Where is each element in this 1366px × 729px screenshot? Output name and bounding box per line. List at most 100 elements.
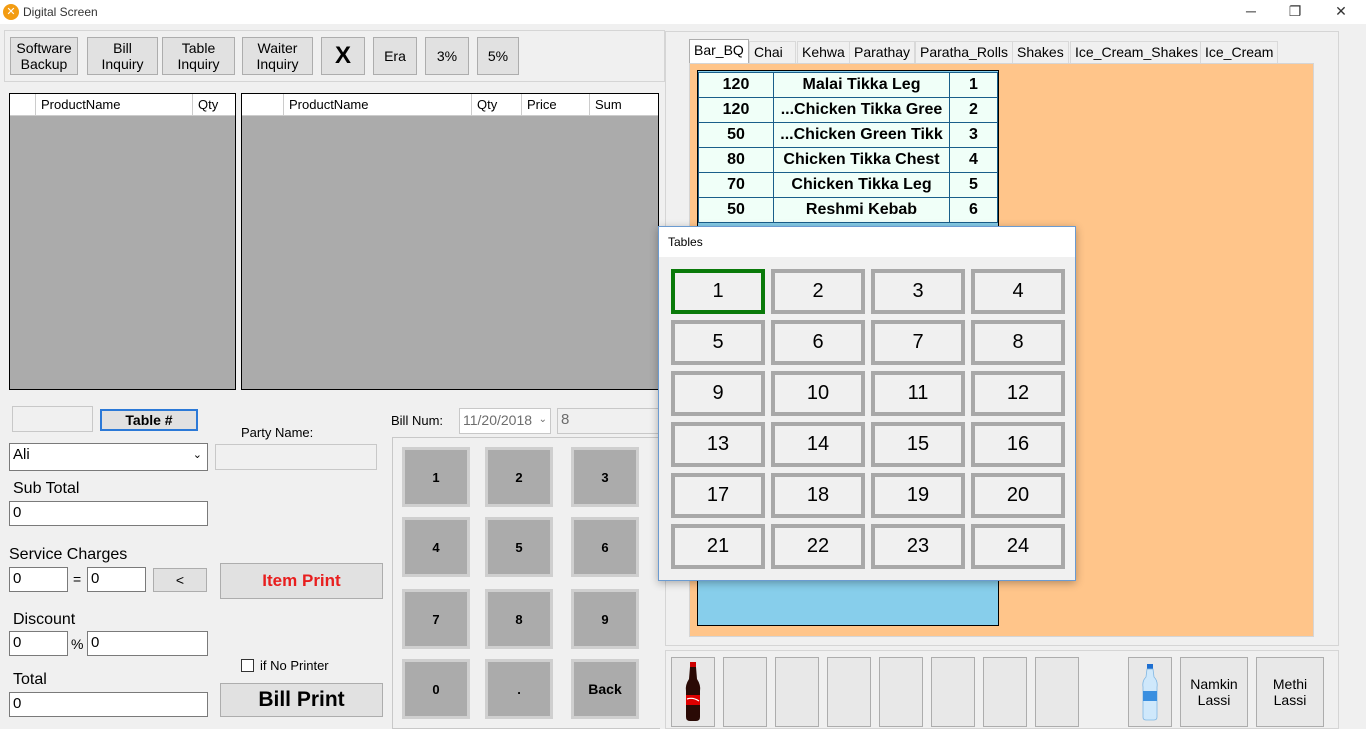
product-row[interactable]: 50 ...Chicken Green Tikk 3	[698, 122, 998, 148]
product-row[interactable]: 80 Chicken Tikka Chest 4	[698, 147, 998, 173]
product-row[interactable]: 50 Reshmi Kebab 6	[698, 197, 998, 223]
party-name-input[interactable]	[215, 444, 377, 470]
table-number-button[interactable]: Table #	[100, 409, 198, 431]
quick-item-water[interactable]	[1128, 657, 1172, 727]
bill-date-picker[interactable]: 11/20/2018 ⌄	[459, 408, 551, 434]
keypad-key-0[interactable]: 0	[402, 659, 470, 719]
tab-ice-cream-shakes[interactable]: Ice_Cream_Shakes	[1070, 41, 1203, 63]
minimize-button[interactable]: ─	[1228, 0, 1274, 24]
apply-service-button[interactable]: <	[153, 568, 207, 592]
restore-button[interactable]: ❐	[1272, 0, 1318, 24]
product-name: ...Chicken Green Tikk	[773, 122, 950, 148]
service-pct-field[interactable]: 0	[9, 567, 68, 592]
pct5-button[interactable]: 5%	[477, 37, 519, 75]
table-button-3[interactable]: 3	[871, 269, 965, 314]
table-button-24[interactable]: 24	[971, 524, 1065, 569]
keypad-key-2[interactable]: 2	[485, 447, 553, 507]
namkin-lassi-button[interactable]: Namkin Lassi	[1180, 657, 1248, 727]
item-print-button[interactable]: Item Print	[220, 563, 383, 599]
software-backup-button[interactable]: Software Backup	[10, 37, 78, 75]
quick-item-empty[interactable]	[775, 657, 819, 727]
table-button-12[interactable]: 12	[971, 371, 1065, 416]
no-printer-checkbox[interactable]	[241, 659, 254, 672]
product-number: 2	[949, 97, 998, 123]
column-sum[interactable]: Sum	[590, 94, 658, 115]
table-button-14[interactable]: 14	[771, 422, 865, 467]
table-button-17[interactable]: 17	[671, 473, 765, 518]
quick-item-empty[interactable]	[983, 657, 1027, 727]
keypad-key-7[interactable]: 7	[402, 589, 470, 649]
keypad-key-6[interactable]: 6	[571, 517, 639, 577]
bill-num-input[interactable]: 8	[557, 408, 659, 434]
keypad-key-9[interactable]: 9	[571, 589, 639, 649]
table-button-13[interactable]: 13	[671, 422, 765, 467]
table-button-11[interactable]: 11	[871, 371, 965, 416]
era-button[interactable]: Era	[373, 37, 417, 75]
total-field[interactable]: 0	[9, 692, 208, 717]
tab-kehwa[interactable]: Kehwa	[797, 41, 850, 63]
product-name: Chicken Tikka Chest	[773, 147, 950, 173]
table-button-6[interactable]: 6	[771, 320, 865, 365]
column-qty[interactable]: Qty	[472, 94, 522, 115]
table-button-22[interactable]: 22	[771, 524, 865, 569]
tab-paratha-rolls[interactable]: Paratha_Rolls	[915, 41, 1013, 63]
tab-parathay[interactable]: Parathay	[849, 41, 916, 63]
table-button-1[interactable]: 1	[671, 269, 765, 314]
keypad-key-3[interactable]: 3	[571, 447, 639, 507]
product-price: 50	[698, 197, 774, 223]
quick-item-empty[interactable]	[827, 657, 871, 727]
column-price[interactable]: Price	[522, 94, 590, 115]
quick-item-empty[interactable]	[723, 657, 767, 727]
discount-pct-field[interactable]: 0	[9, 631, 68, 656]
column-qty[interactable]: Qty	[193, 94, 235, 115]
tab-bar-bq[interactable]: Bar_BQ	[689, 39, 749, 63]
table-button-10[interactable]: 10	[771, 371, 865, 416]
table-button-5[interactable]: 5	[671, 320, 765, 365]
quick-item-cola[interactable]	[671, 657, 715, 727]
product-row[interactable]: 120 Malai Tikka Leg 1	[698, 72, 998, 98]
order-items-grid[interactable]: ProductName Qty Price Sum	[241, 93, 659, 390]
bill-print-button[interactable]: Bill Print	[220, 683, 383, 717]
table-button-19[interactable]: 19	[871, 473, 965, 518]
keypad-key-4[interactable]: 4	[402, 517, 470, 577]
quick-item-empty[interactable]	[931, 657, 975, 727]
close-button[interactable]: ✕	[1318, 0, 1364, 24]
bill-inquiry-button[interactable]: Bill Inquiry	[87, 37, 158, 75]
discount-value-field[interactable]: 0	[87, 631, 208, 656]
column-productname[interactable]: ProductName	[284, 94, 472, 115]
table-button-23[interactable]: 23	[871, 524, 965, 569]
service-value-field[interactable]: 0	[87, 567, 146, 592]
product-row[interactable]: 120 ...Chicken Tikka Gree 2	[698, 97, 998, 123]
methi-lassi-button[interactable]: Methi Lassi	[1256, 657, 1324, 727]
table-button-8[interactable]: 8	[971, 320, 1065, 365]
quick-item-empty[interactable]	[1035, 657, 1079, 727]
quick-item-empty[interactable]	[879, 657, 923, 727]
keypad-key-1[interactable]: 1	[402, 447, 470, 507]
pct3-button[interactable]: 3%	[425, 37, 469, 75]
keypad-key-5[interactable]: 5	[485, 517, 553, 577]
table-button-21[interactable]: 21	[671, 524, 765, 569]
column-productname[interactable]: ProductName	[36, 94, 193, 115]
tab-chai[interactable]: Chai	[749, 41, 796, 63]
table-button-2[interactable]: 2	[771, 269, 865, 314]
table-inquiry-button[interactable]: Table Inquiry	[162, 37, 235, 75]
waiter-inquiry-button[interactable]: Waiter Inquiry	[242, 37, 313, 75]
table-button-4[interactable]: 4	[971, 269, 1065, 314]
sub-total-field[interactable]: 0	[9, 501, 208, 526]
table-button-18[interactable]: 18	[771, 473, 865, 518]
waiter-select[interactable]: Ali ⌄	[9, 443, 208, 471]
tab-shakes[interactable]: Shakes	[1012, 41, 1069, 63]
tab-ice-cream[interactable]: Ice_Cream	[1200, 41, 1279, 63]
keypad-key-back[interactable]: Back	[571, 659, 639, 719]
keypad-key-dot[interactable]: .	[485, 659, 553, 719]
table-button-9[interactable]: 9	[671, 371, 765, 416]
table-button-7[interactable]: 7	[871, 320, 965, 365]
table-button-15[interactable]: 15	[871, 422, 965, 467]
product-row[interactable]: 70 Chicken Tikka Leg 5	[698, 172, 998, 198]
kitchen-items-grid[interactable]: ProductName Qty	[9, 93, 236, 390]
table-button-16[interactable]: 16	[971, 422, 1065, 467]
title-bar: ✕ Digital Screen ─ ❐ ✕	[0, 0, 1366, 24]
keypad-key-8[interactable]: 8	[485, 589, 553, 649]
clear-x-button[interactable]: X	[321, 37, 365, 75]
table-button-20[interactable]: 20	[971, 473, 1065, 518]
